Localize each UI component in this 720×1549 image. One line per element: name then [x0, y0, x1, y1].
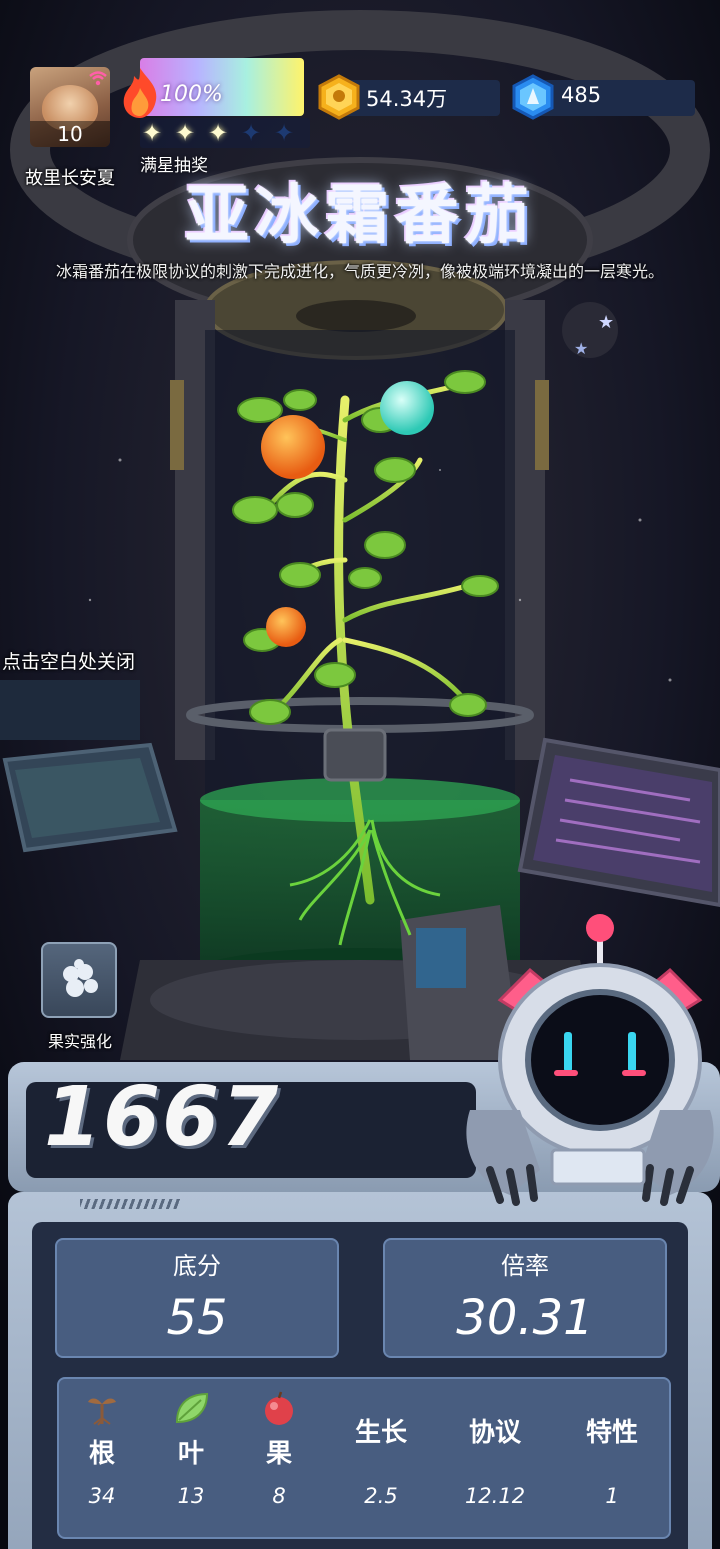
base-score-box: 底分 55	[55, 1238, 339, 1358]
stat-value-growth: 2.5	[364, 1484, 398, 1508]
svg-text:★: ★	[574, 339, 588, 358]
energy-percent: 100%	[160, 82, 223, 107]
stat-value-trait: 1	[605, 1484, 619, 1508]
attribute-grid	[57, 1377, 671, 1539]
total-score: 1667	[44, 1070, 281, 1165]
fire-icon	[123, 68, 157, 118]
player-level: 10	[30, 121, 110, 147]
ice-tomato	[380, 381, 434, 435]
gem-value: 485	[561, 83, 602, 107]
multiplier-box: 倍率 30.31	[383, 1238, 667, 1358]
stat-label-leaf: 叶	[177, 1439, 204, 1469]
gem-icon	[512, 74, 554, 120]
stat-label-fruit: 果	[265, 1439, 292, 1469]
fruit-enhance-button[interactable]	[41, 942, 117, 1018]
base-score-label: 底分	[173, 1252, 221, 1280]
small-orange-tomato	[266, 607, 306, 647]
player-avatar[interactable]: 10	[30, 67, 110, 147]
leaf-icon	[175, 1392, 209, 1424]
close-hint: 点击空白处关闭	[2, 651, 136, 673]
stat-value-protocol: 12.12	[464, 1484, 526, 1508]
coin-icon	[318, 74, 360, 120]
plant-description: 冰霜番茄在极限协议的刺激下完成进化，气质更冷冽，像被极端环境凝出的一层寒光。	[55, 262, 664, 281]
stat-label-protocol: 协议	[468, 1418, 521, 1448]
stat-label-trait: 特性	[585, 1418, 638, 1448]
star-progress[interactable]: ✦ ✦ ✦ ✦ ✦	[140, 118, 310, 148]
gold-value: 54.34万	[366, 87, 448, 111]
star-icon-5: ✦	[274, 119, 295, 147]
stat-value-leaf: 13	[177, 1484, 205, 1508]
stat-value-root: 34	[88, 1484, 116, 1508]
star-icon-4: ✦	[241, 119, 262, 147]
star-icon-2: ✦	[175, 119, 196, 147]
stat-label-growth: 生长	[354, 1418, 407, 1448]
apple-icon	[265, 1391, 293, 1425]
robot-mascot	[466, 914, 714, 1206]
multiplier-value: 30.31	[456, 1290, 594, 1346]
stat-label-root: 根	[88, 1439, 115, 1469]
stat-value-fruit: 8	[272, 1484, 286, 1508]
orange-tomato	[261, 415, 325, 479]
base-score-value: 55	[166, 1290, 228, 1346]
panel-stripes	[80, 1199, 180, 1209]
berry-icon	[63, 959, 98, 997]
star-icon-1: ✦	[142, 119, 163, 147]
svg-text:★: ★	[598, 312, 614, 333]
wifi-icon	[89, 71, 107, 86]
multiplier-label: 倍率	[501, 1252, 549, 1280]
fruit-enhance-label: 果实强化	[47, 1032, 112, 1051]
sprout-root-icon	[88, 1398, 116, 1426]
game-scene[interactable]: ★ ★ 10 故里长安夏 100% ✦ ✦ ✦ ✦ ✦ 满星抽奖 54.34万 …	[0, 0, 720, 1549]
star-icon-3: ✦	[208, 119, 229, 147]
plant-title: 亚冰霜番茄	[185, 179, 535, 253]
